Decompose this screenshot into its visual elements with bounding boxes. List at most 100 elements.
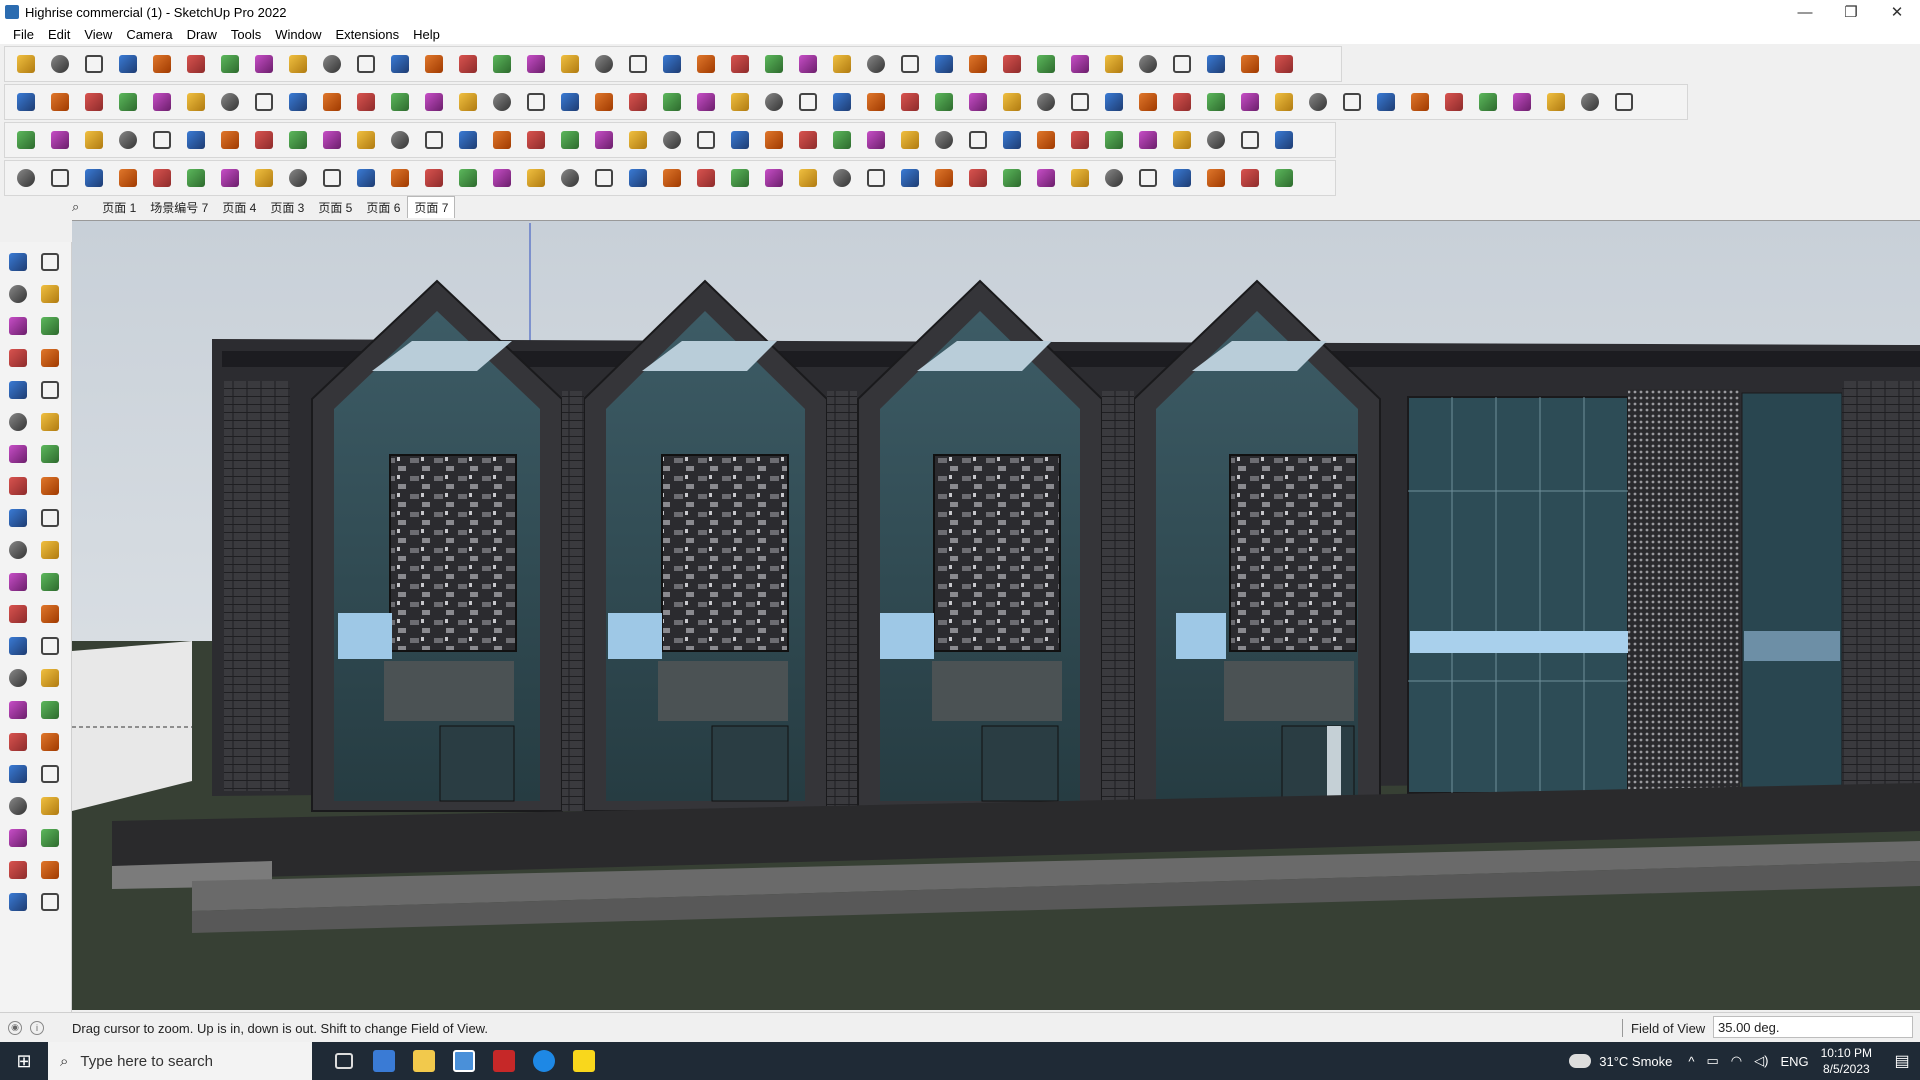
toolbar-tool-icon[interactable] <box>998 50 1026 78</box>
calculator-icon[interactable] <box>364 1042 404 1080</box>
left-tool-icon[interactable] <box>36 504 64 532</box>
left-tool-icon[interactable] <box>36 664 64 692</box>
wifi-icon[interactable]: ◠ <box>1731 1053 1742 1069</box>
toolbar-tool-icon[interactable] <box>352 164 380 192</box>
toolbar-tool-icon[interactable] <box>1270 164 1298 192</box>
left-tool-icon[interactable] <box>4 408 32 436</box>
left-tool-icon[interactable] <box>36 632 64 660</box>
toolbar-tool-icon[interactable] <box>1202 126 1230 154</box>
toolbar-tool-icon[interactable] <box>1270 50 1298 78</box>
toolbar-tool-icon[interactable] <box>998 88 1026 116</box>
toolbar-tool-icon[interactable] <box>692 126 720 154</box>
toolbar-tool-icon[interactable] <box>148 88 176 116</box>
model-viewport[interactable] <box>72 220 1920 1010</box>
left-tool-icon[interactable] <box>4 472 32 500</box>
toolbar-tool-icon[interactable] <box>46 164 74 192</box>
scene-tab[interactable]: 页面 6 <box>359 196 407 219</box>
left-tool-icon[interactable] <box>36 440 64 468</box>
left-tool-icon[interactable] <box>36 728 64 756</box>
left-tool-icon[interactable] <box>36 536 64 564</box>
left-tool-icon[interactable] <box>36 600 64 628</box>
toolbar-tool-icon[interactable] <box>522 88 550 116</box>
toolbar-tool-icon[interactable] <box>522 50 550 78</box>
toolbar-tool-icon[interactable] <box>1270 88 1298 116</box>
toolbar-tool-icon[interactable] <box>1338 88 1366 116</box>
toolbar-tool-icon[interactable] <box>658 126 686 154</box>
toolbar-tool-icon[interactable] <box>182 126 210 154</box>
toolbar-tool-icon[interactable] <box>420 88 448 116</box>
toolbar-tool-icon[interactable] <box>1168 164 1196 192</box>
minimize-button[interactable]: — <box>1782 0 1828 24</box>
display-icon[interactable]: ▭ <box>1706 1053 1718 1069</box>
toolbar-tool-icon[interactable] <box>250 88 278 116</box>
toolbar-tool-icon[interactable] <box>760 126 788 154</box>
left-tool-icon[interactable] <box>4 728 32 756</box>
left-tool-icon[interactable] <box>4 568 32 596</box>
left-tool-icon[interactable] <box>36 248 64 276</box>
toolbar-tool-icon[interactable] <box>488 126 516 154</box>
autocad-icon[interactable] <box>484 1042 524 1080</box>
toolbar-tool-icon[interactable] <box>1270 126 1298 154</box>
toolbar-tool-icon[interactable] <box>454 164 482 192</box>
toolbar-tool-icon[interactable] <box>964 88 992 116</box>
toolbar-tool-icon[interactable] <box>454 126 482 154</box>
toolbar-tool-icon[interactable] <box>284 88 312 116</box>
left-tool-icon[interactable] <box>36 344 64 372</box>
toolbar-tool-icon[interactable] <box>1202 164 1230 192</box>
scene-tab[interactable]: 页面 1 <box>95 196 143 219</box>
left-tool-icon[interactable] <box>36 856 64 884</box>
toolbar-tool-icon[interactable] <box>114 50 142 78</box>
toolbar-tool-icon[interactable] <box>386 164 414 192</box>
toolbar-tool-icon[interactable] <box>148 126 176 154</box>
toolbar-tool-icon[interactable] <box>1610 88 1638 116</box>
toolbar-tool-icon[interactable] <box>760 88 788 116</box>
toolbar-tool-icon[interactable] <box>182 88 210 116</box>
scene-tab[interactable]: 页面 4 <box>215 196 263 219</box>
toolbar-tool-icon[interactable] <box>1100 164 1128 192</box>
chevron-up-icon[interactable]: ^ <box>1688 1054 1694 1069</box>
measurements-input[interactable]: 35.00 deg. <box>1713 1016 1913 1038</box>
toolbar-tool-icon[interactable] <box>250 164 278 192</box>
toolbar-tool-icon[interactable] <box>1168 50 1196 78</box>
scene-tab[interactable]: 场景编号 7 <box>143 196 215 219</box>
notifications-icon[interactable]: ▤ <box>1884 1051 1920 1071</box>
toolbar-tool-icon[interactable] <box>590 88 618 116</box>
toolbar-tool-icon[interactable] <box>148 164 176 192</box>
toolbar-tool-icon[interactable] <box>760 50 788 78</box>
toolbar-tool-icon[interactable] <box>284 126 312 154</box>
toolbar-tool-icon[interactable] <box>930 50 958 78</box>
toolbar-tool-icon[interactable] <box>182 50 210 78</box>
toolbar-tool-icon[interactable] <box>352 126 380 154</box>
toolbar-tool-icon[interactable] <box>114 88 142 116</box>
toolbar-tool-icon[interactable] <box>284 164 312 192</box>
menu-edit[interactable]: Edit <box>41 27 77 42</box>
toolbar-tool-icon[interactable] <box>12 88 40 116</box>
toolbar-tool-icon[interactable] <box>692 164 720 192</box>
menu-file[interactable]: File <box>6 27 41 42</box>
toolbar-tool-icon[interactable] <box>1202 88 1230 116</box>
toolbar-tool-icon[interactable] <box>1032 50 1060 78</box>
toolbar-tool-icon[interactable] <box>46 126 74 154</box>
toolbar-tool-icon[interactable] <box>964 50 992 78</box>
toolbar-tool-icon[interactable] <box>624 126 652 154</box>
toolbar-tool-icon[interactable] <box>1236 88 1264 116</box>
toolbar-tool-icon[interactable] <box>794 164 822 192</box>
left-tool-icon[interactable] <box>36 568 64 596</box>
toolbar-tool-icon[interactable] <box>1236 126 1264 154</box>
toolbar-tool-icon[interactable] <box>760 164 788 192</box>
toolbar-tool-icon[interactable] <box>1134 164 1162 192</box>
close-button[interactable]: ✕ <box>1874 0 1920 24</box>
toolbar-tool-icon[interactable] <box>216 88 244 116</box>
toolbar-tool-icon[interactable] <box>1066 88 1094 116</box>
left-tool-icon[interactable] <box>4 760 32 788</box>
toolbar-tool-icon[interactable] <box>454 50 482 78</box>
toolbar-tool-icon[interactable] <box>1236 164 1264 192</box>
toolbar-tool-icon[interactable] <box>488 88 516 116</box>
toolbar-tool-icon[interactable] <box>318 50 346 78</box>
toolbar-tool-icon[interactable] <box>624 50 652 78</box>
toolbar-tool-icon[interactable] <box>794 126 822 154</box>
toolbar-tool-icon[interactable] <box>352 88 380 116</box>
toolbar-tool-icon[interactable] <box>250 126 278 154</box>
menu-extensions[interactable]: Extensions <box>329 27 407 42</box>
sticky-notes-icon[interactable] <box>564 1042 604 1080</box>
